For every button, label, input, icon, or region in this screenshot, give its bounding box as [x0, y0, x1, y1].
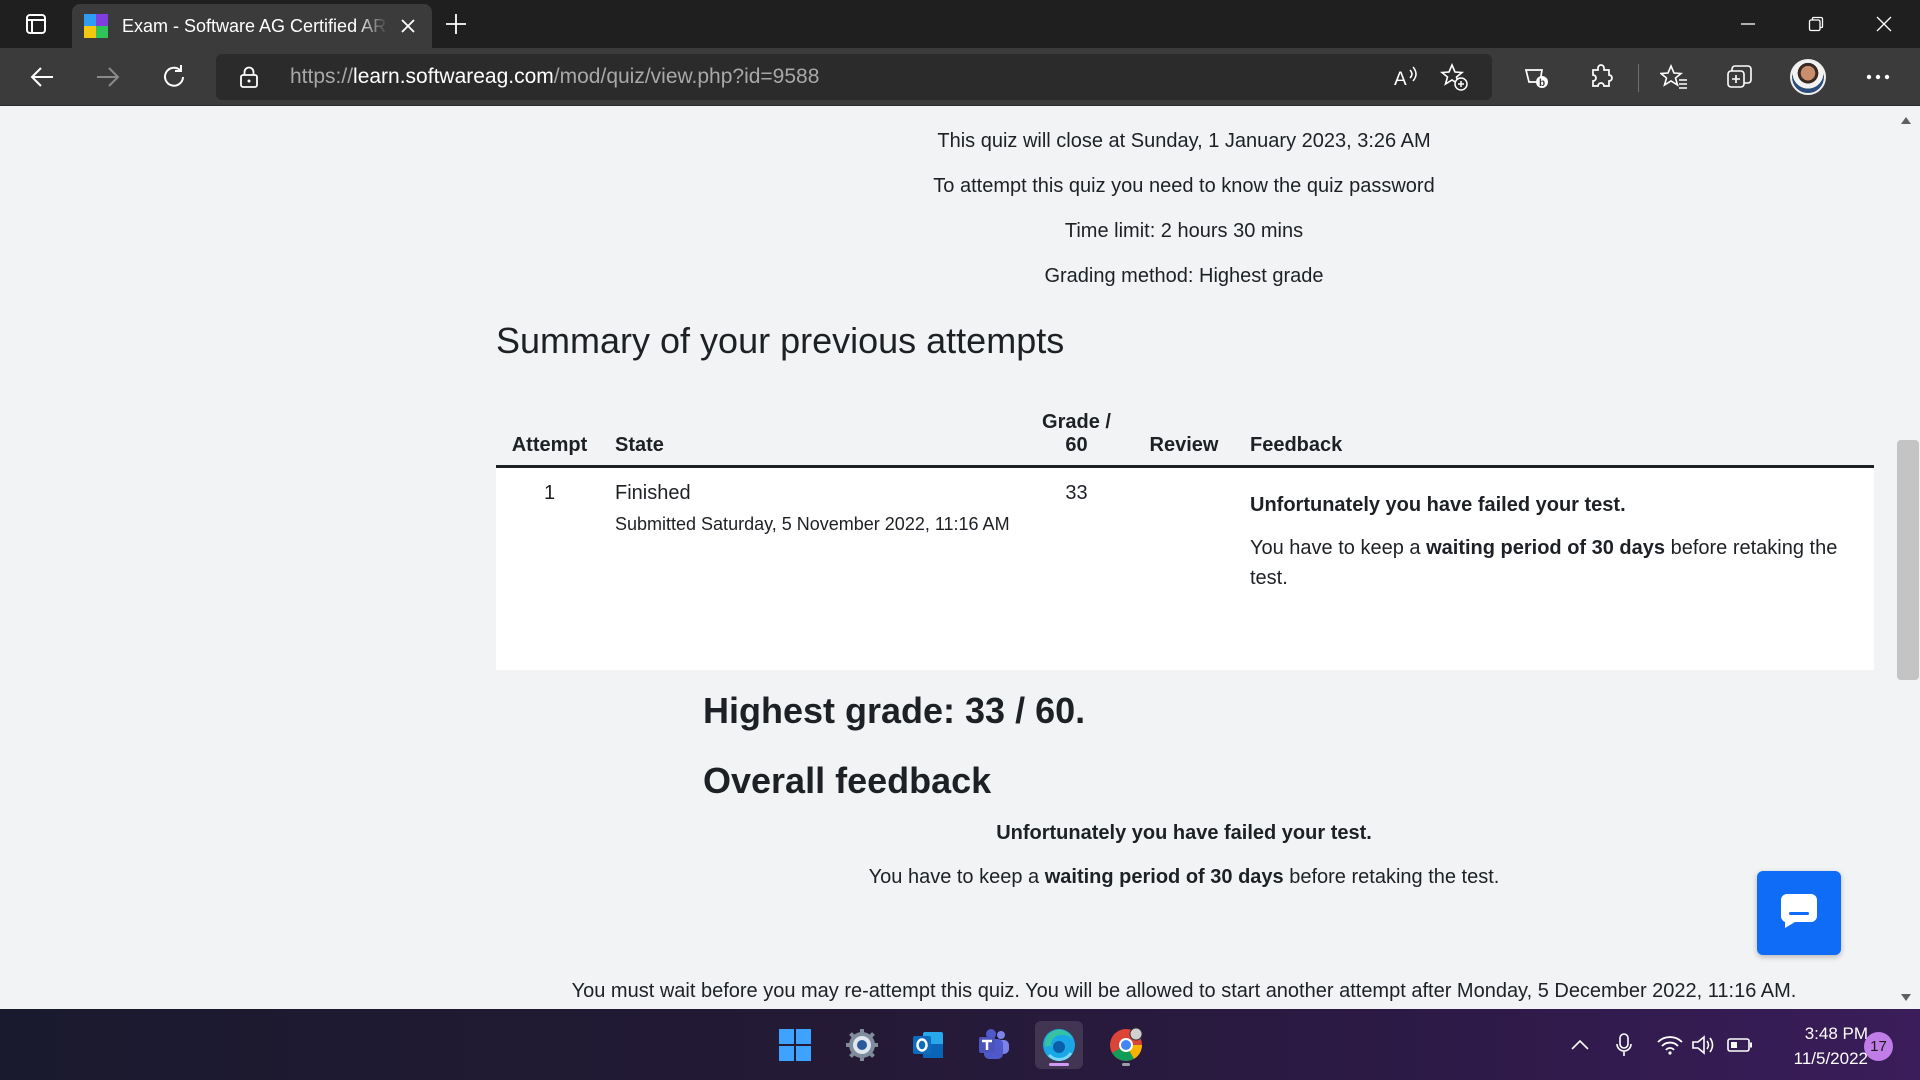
outlook-app-icon[interactable] — [904, 1021, 952, 1069]
header-state: State — [603, 384, 1023, 468]
cell-feedback: Unfortunately you have failed your test.… — [1238, 466, 1874, 670]
overall-post: before retaking the test. — [1283, 866, 1500, 888]
system-clock[interactable]: 3:48 PM 11/5/2022 — [1764, 1021, 1868, 1071]
toolbar-divider — [1638, 64, 1639, 92]
state-value: Finished — [615, 481, 691, 504]
windows-taskbar: 3:48 PM 11/5/2022 17 — [0, 1009, 1920, 1080]
submitted-date: Submitted Saturday, 5 November 2022, 11:… — [615, 513, 1010, 534]
quiz-password-info: To attempt this quiz you need to know th… — [933, 175, 1435, 197]
overall-feedback-heading: Overall feedback — [703, 760, 992, 801]
header-grade-max: 60 — [1065, 433, 1088, 456]
edge-app-icon[interactable] — [1035, 1021, 1083, 1069]
shopping-icon[interactable]: b — [1514, 56, 1558, 98]
feedback-failed-message: Unfortunately you have failed your test. — [1250, 493, 1626, 516]
cell-review — [1130, 466, 1238, 670]
header-feedback: Feedback — [1238, 384, 1874, 468]
settings-app-icon[interactable] — [838, 1021, 886, 1069]
tab-title: Exam - Software AG Certified ARIS Profes… — [122, 15, 388, 36]
table-row: 1 Finished Submitted Saturday, 5 Novembe… — [496, 466, 1874, 670]
cell-state: Finished Submitted Saturday, 5 November … — [603, 466, 1023, 670]
quiz-close-info: This quiz will close at Sunday, 1 Januar… — [937, 130, 1431, 152]
scroll-up-arrow-icon[interactable] — [1898, 112, 1914, 128]
overall-pre: You have to keep a — [868, 866, 1045, 888]
scroll-down-arrow-icon[interactable] — [1898, 990, 1914, 1006]
address-bar[interactable]: https://learn.softwareag.com/mod/quiz/vi… — [216, 54, 1492, 100]
chevron-up-icon[interactable] — [1566, 1031, 1594, 1059]
browser-toolbar: https://learn.softwareag.com/mod/quiz/vi… — [0, 48, 1920, 106]
favorites-icon[interactable] — [1652, 56, 1696, 98]
highest-grade: Highest grade: 33 / 60. — [703, 690, 1086, 731]
lock-icon[interactable] — [236, 64, 262, 90]
battery-icon[interactable] — [1726, 1031, 1754, 1059]
chrome-running-indicator — [1122, 1063, 1130, 1066]
svg-text:A: A — [1394, 69, 1407, 89]
overall-failed-message: Unfortunately you have failed your test. — [996, 822, 1372, 844]
reattempt-wait-message: You must wait before you may re-attempt … — [571, 980, 1797, 1002]
clock-time: 3:48 PM — [1804, 1024, 1868, 1043]
read-aloud-icon[interactable]: A — [1390, 62, 1422, 92]
feedback-bold: waiting period of 30 days — [1426, 536, 1666, 559]
add-favorite-icon[interactable] — [1438, 62, 1470, 92]
svg-text:b: b — [1539, 78, 1545, 89]
header-attempt: Attempt — [496, 384, 603, 468]
clock-date: 11/5/2022 — [1793, 1049, 1868, 1068]
url-path: /mod/quiz/view.php?id=9588 — [553, 65, 820, 88]
chat-button[interactable] — [1757, 871, 1841, 955]
url-host: learn.softwareag.com — [353, 65, 554, 88]
scrollbar-thumb[interactable] — [1897, 440, 1919, 680]
table-header-row: Attempt State Grade /60 Review Feedback — [496, 384, 1874, 468]
restore-icon[interactable] — [1782, 0, 1850, 48]
plus-icon[interactable] — [440, 10, 472, 38]
cell-attempt-number: 1 — [496, 466, 603, 670]
summary-heading: Summary of your previous attempts — [496, 320, 1065, 361]
close-window-icon[interactable] — [1850, 0, 1918, 48]
tab-actions-icon[interactable] — [16, 10, 56, 38]
extensions-icon[interactable] — [1580, 56, 1624, 98]
header-grade: Grade /60 — [1023, 384, 1130, 468]
header-grade-label: Grade / — [1042, 410, 1111, 433]
refresh-icon[interactable] — [152, 56, 196, 98]
more-icon[interactable] — [1856, 56, 1900, 98]
profile-avatar[interactable] — [1790, 59, 1826, 95]
teams-app-icon[interactable] — [970, 1021, 1018, 1069]
volume-icon[interactable] — [1690, 1031, 1718, 1059]
quiz-grading-method: Grading method: Highest grade — [1044, 265, 1324, 287]
wifi-icon[interactable] — [1656, 1031, 1684, 1059]
windows-start-icon[interactable] — [771, 1021, 819, 1069]
cell-grade: 33 — [1023, 466, 1130, 670]
minimize-icon[interactable] — [1714, 0, 1782, 48]
chrome-app-icon[interactable] — [1102, 1021, 1150, 1069]
feedback-pre: You have to keep a — [1250, 536, 1427, 559]
feedback-waiting-message: You have to keep a waiting period of 30 … — [1250, 533, 1862, 593]
url-scheme: https:// — [290, 65, 354, 88]
edge-active-indicator — [1049, 1063, 1069, 1066]
attempts-table: Attempt State Grade /60 Review Feedback … — [496, 384, 1874, 670]
active-tab[interactable]: Exam - Software AG Certified ARIS Profes… — [72, 4, 432, 48]
browser-title-bar: Exam - Software AG Certified ARIS Profes… — [0, 0, 1920, 48]
overall-waiting-message: You have to keep a waiting period of 30 … — [0, 866, 1920, 889]
page-content: This quiz will close at Sunday, 1 Januar… — [0, 106, 1920, 1009]
chat-bubble-icon — [1779, 892, 1819, 935]
forward-arrow-icon[interactable] — [86, 56, 130, 98]
url-text[interactable]: https://learn.softwareag.com/mod/quiz/vi… — [290, 65, 819, 89]
microsoft-squares-icon — [84, 14, 108, 38]
microphone-icon[interactable] — [1610, 1031, 1638, 1059]
notification-badge[interactable]: 17 — [1864, 1032, 1893, 1061]
header-review: Review — [1130, 384, 1238, 468]
back-arrow-icon[interactable] — [20, 56, 64, 98]
overall-bold: waiting period of 30 days — [1044, 866, 1284, 888]
close-icon[interactable] — [396, 14, 420, 38]
collections-icon[interactable] — [1718, 56, 1762, 98]
quiz-time-limit: Time limit: 2 hours 30 mins — [1064, 220, 1304, 242]
